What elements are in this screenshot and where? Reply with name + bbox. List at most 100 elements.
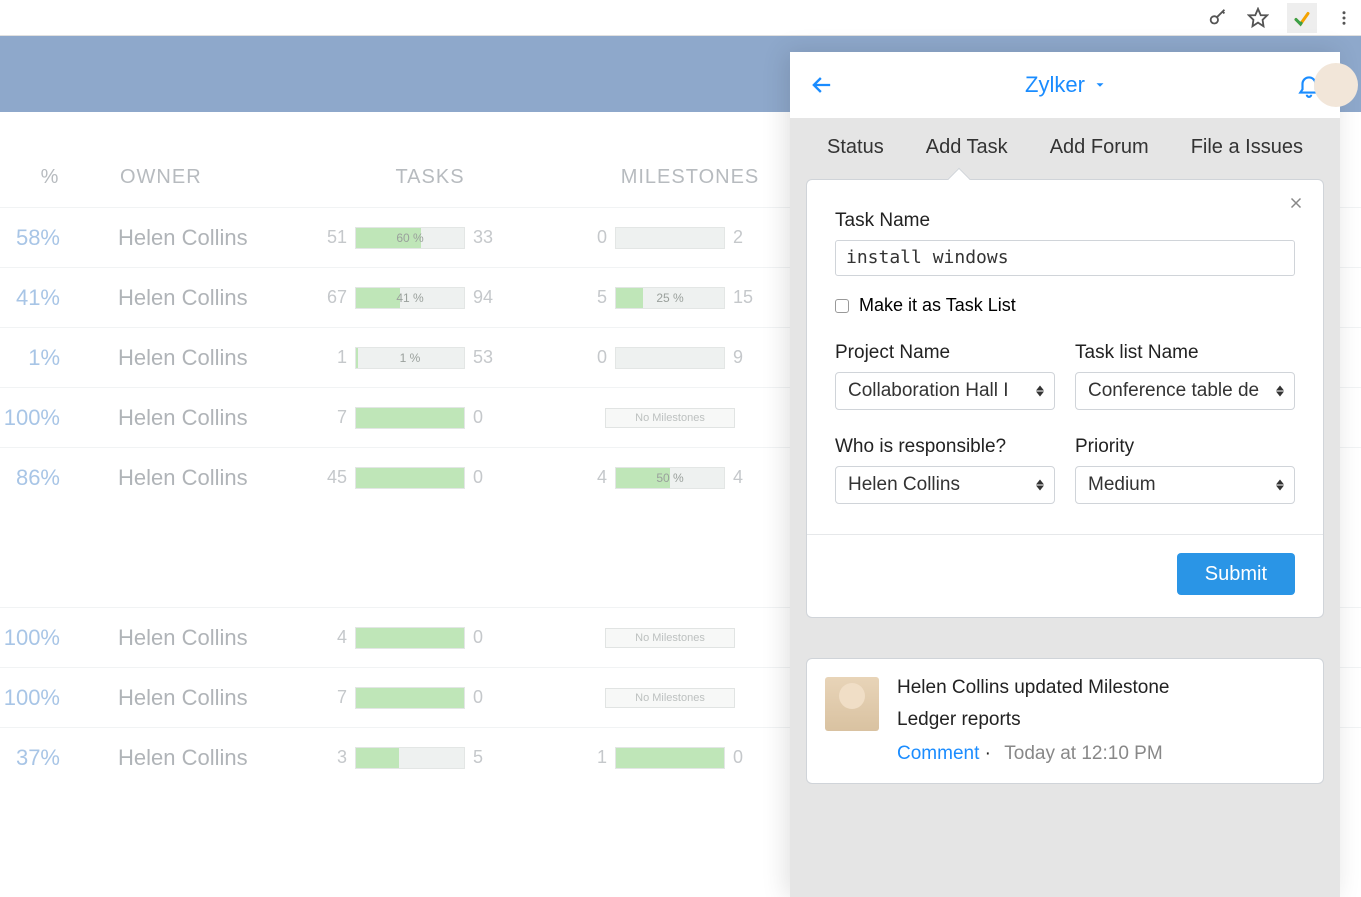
percent-cell: 86% <box>0 465 80 491</box>
tasklist-select[interactable]: Conference table de <box>1075 372 1295 410</box>
count-done: 51 <box>319 227 347 248</box>
responsible-select[interactable]: Helen Collins <box>835 466 1055 504</box>
tab-file-issue[interactable]: File a Issues <box>1191 136 1303 159</box>
percent-cell: 37% <box>0 745 80 771</box>
select-caret-icon <box>1036 480 1044 491</box>
task-name-label: Task Name <box>835 210 1295 232</box>
count-total: 0 <box>733 747 761 768</box>
tab-status[interactable]: Status <box>827 136 884 159</box>
header-percent: % <box>0 166 100 189</box>
responsible-select-value: Helen Collins <box>848 474 960 496</box>
count-total: 0 <box>473 467 501 488</box>
back-arrow-icon[interactable] <box>808 71 836 99</box>
priority-label: Priority <box>1075 436 1295 458</box>
project-select-value: Collaboration Hall I <box>848 380 1009 402</box>
percent-cell: 100% <box>0 685 80 711</box>
progress-bar: 25 % <box>615 287 725 309</box>
select-caret-icon <box>1276 386 1284 397</box>
count-total: 53 <box>473 347 501 368</box>
no-milestones-cell: No Milestones <box>540 688 800 708</box>
count-done: 5 <box>579 287 607 308</box>
add-task-card: Task Name Make it as Task List Project N… <box>806 179 1324 618</box>
kebab-menu-icon[interactable] <box>1335 9 1353 27</box>
progress-cell: 51 60 % 33 <box>280 227 540 249</box>
feed-subtitle: Ledger reports <box>897 709 1305 731</box>
owner-cell: Helen Collins <box>80 745 280 771</box>
progress-bar <box>355 687 465 709</box>
count-total: 2 <box>733 227 761 248</box>
tasklist-checkbox-label: Make it as Task List <box>859 295 1016 316</box>
owner-cell: Helen Collins <box>80 625 280 651</box>
progress-cell: 0 9 <box>540 347 800 369</box>
progress-cell: 4 0 <box>280 627 540 649</box>
progress-bar <box>615 347 725 369</box>
progress-bar <box>355 407 465 429</box>
project-select[interactable]: Collaboration Hall I <box>835 372 1055 410</box>
progress-bar <box>615 747 725 769</box>
tasklist-checkbox[interactable] <box>835 299 849 313</box>
count-total: 33 <box>473 227 501 248</box>
brand-dropdown[interactable]: Zylker <box>836 72 1296 98</box>
count-total: 9 <box>733 347 761 368</box>
tab-add-forum[interactable]: Add Forum <box>1050 136 1149 159</box>
progress-bar <box>355 467 465 489</box>
side-panel: Zylker Status Add Task Add Forum File a … <box>790 52 1340 897</box>
count-done: 1 <box>579 747 607 768</box>
progress-cell: 3 5 <box>280 747 540 769</box>
panel-header: Zylker <box>790 52 1340 118</box>
count-done: 0 <box>579 227 607 248</box>
percent-cell: 58% <box>0 225 80 251</box>
avatar[interactable] <box>1314 63 1358 107</box>
count-done: 7 <box>319 407 347 428</box>
feed-avatar <box>825 677 879 731</box>
select-caret-icon <box>1036 386 1044 397</box>
tab-add-task[interactable]: Add Task <box>926 136 1008 159</box>
extension-icon[interactable] <box>1287 3 1317 33</box>
owner-cell: Helen Collins <box>80 285 280 311</box>
count-done: 7 <box>319 687 347 708</box>
count-total: 94 <box>473 287 501 308</box>
owner-cell: Helen Collins <box>80 345 280 371</box>
project-name-label: Project Name <box>835 342 1055 364</box>
close-icon[interactable] <box>1287 194 1305 212</box>
owner-cell: Helen Collins <box>80 465 280 491</box>
key-icon[interactable] <box>1207 7 1229 29</box>
feed-comment-link[interactable]: Comment <box>897 743 979 764</box>
count-done: 45 <box>319 467 347 488</box>
count-total: 0 <box>473 627 501 648</box>
owner-cell: Helen Collins <box>80 405 280 431</box>
progress-bar: 60 % <box>355 227 465 249</box>
feed-title: Helen Collins updated Milestone <box>897 677 1305 699</box>
count-done: 4 <box>579 467 607 488</box>
progress-cell: 45 0 <box>280 467 540 489</box>
tasklist-select-value: Conference table de <box>1088 380 1259 402</box>
no-milestones-cell: No Milestones <box>540 408 800 428</box>
star-icon[interactable] <box>1247 7 1269 29</box>
feed-timestamp: Today at 12:10 PM <box>1004 743 1162 764</box>
activity-feed-item: Helen Collins updated Milestone Ledger r… <box>806 658 1324 784</box>
browser-toolbar <box>0 0 1361 36</box>
percent-cell: 100% <box>0 625 80 651</box>
progress-bar: 41 % <box>355 287 465 309</box>
progress-bar: 1 % <box>355 347 465 369</box>
progress-bar <box>355 627 465 649</box>
count-total: 0 <box>473 687 501 708</box>
count-total: 15 <box>733 287 761 308</box>
count-done: 0 <box>579 347 607 368</box>
count-done: 1 <box>319 347 347 368</box>
brand-name: Zylker <box>1025 72 1085 98</box>
progress-cell: 5 25 % 15 <box>540 287 800 309</box>
submit-button[interactable]: Submit <box>1177 553 1295 595</box>
responsible-label: Who is responsible? <box>835 436 1055 458</box>
tasklist-name-label: Task list Name <box>1075 342 1295 364</box>
no-milestones-cell: No Milestones <box>540 628 800 648</box>
percent-cell: 41% <box>0 285 80 311</box>
count-total: 5 <box>473 747 501 768</box>
priority-select[interactable]: Medium <box>1075 466 1295 504</box>
task-name-input[interactable] <box>835 240 1295 276</box>
count-total: 0 <box>473 407 501 428</box>
progress-cell: 7 0 <box>280 687 540 709</box>
owner-cell: Helen Collins <box>80 225 280 251</box>
progress-bar: 50 % <box>615 467 725 489</box>
header-milestones: MILESTONES <box>560 166 820 189</box>
